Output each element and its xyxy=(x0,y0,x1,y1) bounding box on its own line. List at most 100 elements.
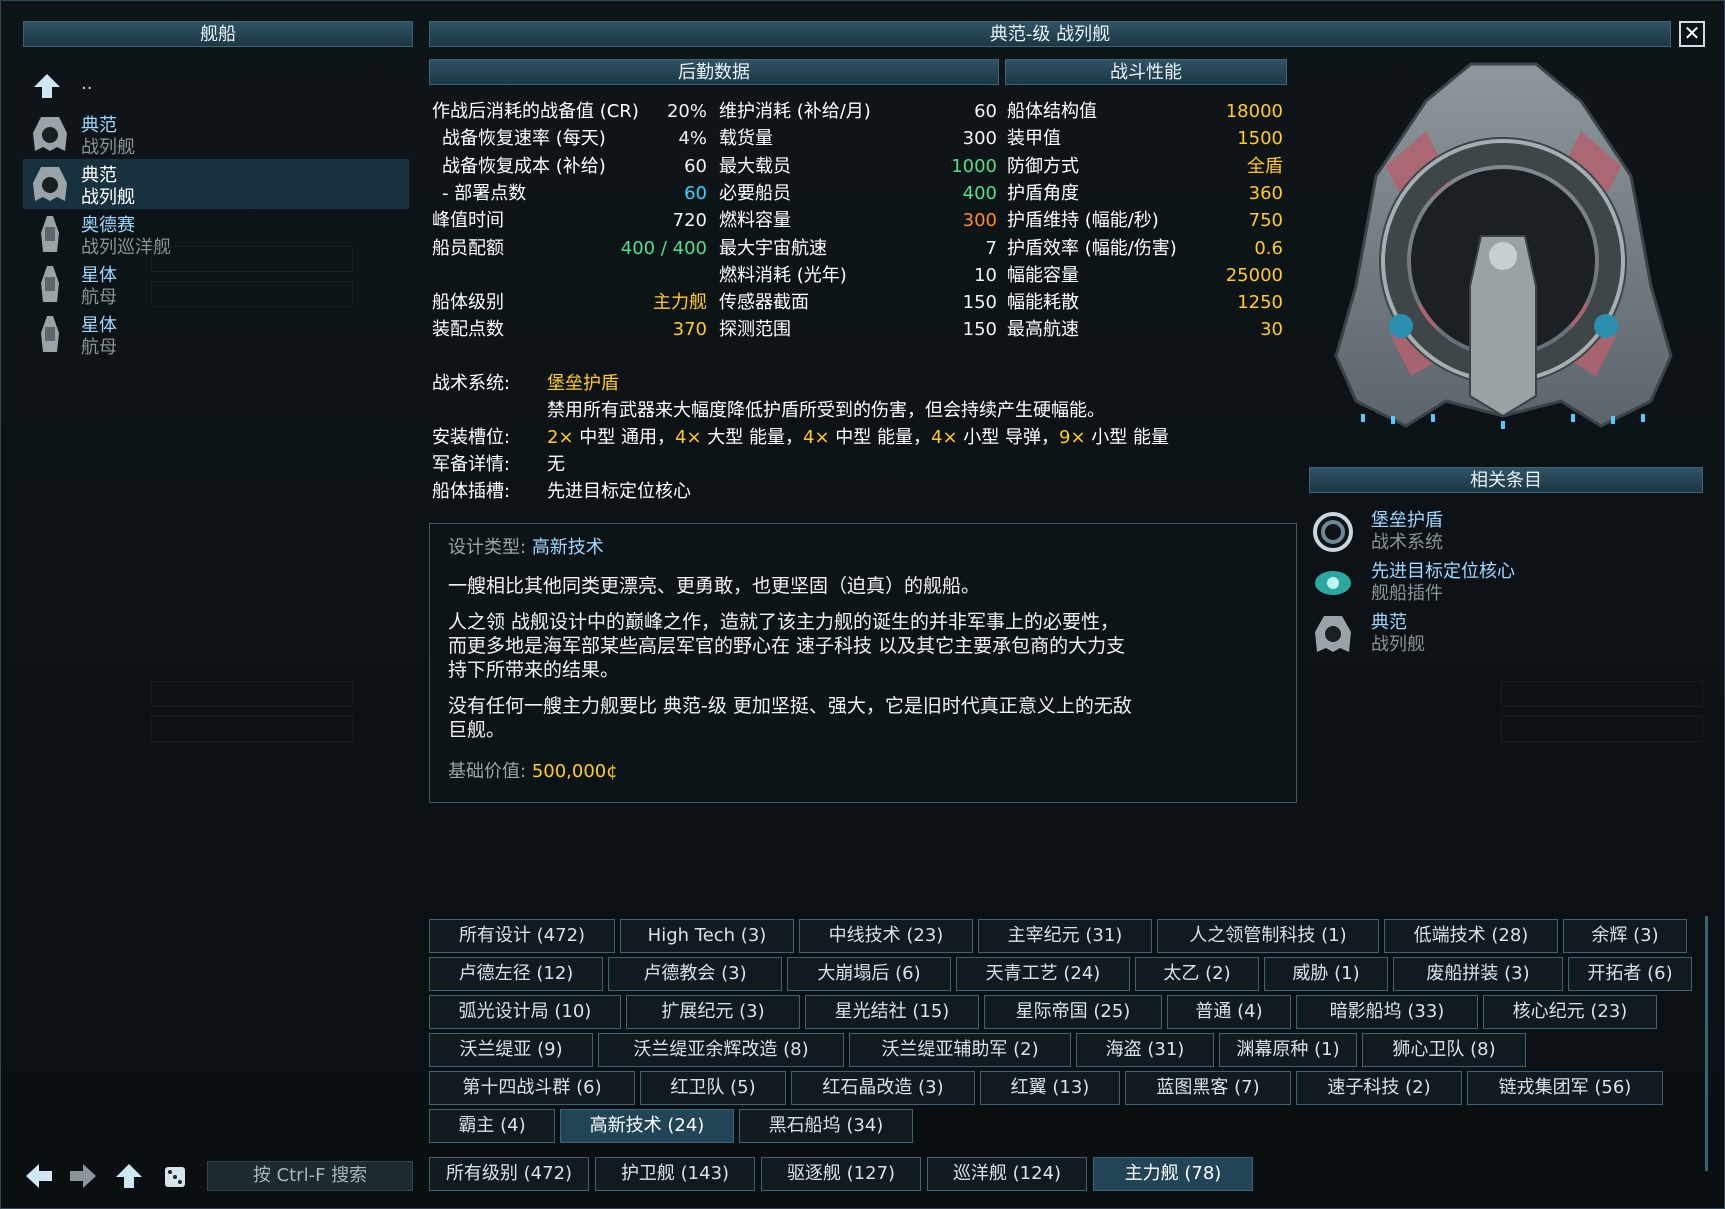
ship-list-item[interactable]: 典范 战列舰 xyxy=(23,159,409,209)
design-filter-tag[interactable]: 海盗 (31) xyxy=(1076,1033,1214,1067)
design-filter-tag[interactable]: High Tech (3) xyxy=(620,919,794,953)
stat-label: 最高航速 xyxy=(1007,319,1079,341)
random-dice-icon[interactable] xyxy=(161,1163,189,1189)
size-filter-tag[interactable]: 护卫舰 (143) xyxy=(595,1157,755,1191)
design-filter-tag[interactable]: 速子科技 (2) xyxy=(1296,1071,1462,1105)
back-arrow-icon[interactable] xyxy=(25,1163,53,1189)
size-filter-tag[interactable]: 驱逐舰 (127) xyxy=(761,1157,921,1191)
design-filter-tag[interactable]: 所有设计 (472) xyxy=(429,919,615,953)
stat-label: 船体级别 xyxy=(432,292,504,314)
design-filter-tag[interactable]: 红翼 (13) xyxy=(980,1071,1120,1105)
design-filter-tag[interactable]: 天青工艺 (24) xyxy=(956,957,1130,991)
up-nav-icon[interactable] xyxy=(115,1163,143,1189)
size-filter-tag[interactable]: 所有级别 (472) xyxy=(429,1157,589,1191)
bg-ghost xyxy=(151,681,353,707)
mount-text: 小型 导弹， xyxy=(957,427,1059,448)
mounts-label: 安装槽位: xyxy=(432,427,511,448)
size-filter-tag[interactable]: 主力舰 (78) xyxy=(1093,1157,1253,1191)
design-filter-tag[interactable]: 沃兰缇亚余辉改造 (8) xyxy=(598,1033,844,1067)
related-item[interactable]: 堡垒护盾 战术系统 xyxy=(1309,506,1689,556)
design-filter-tag[interactable]: 废船拼装 (3) xyxy=(1393,957,1563,991)
stat-label: 战备恢复成本 (补给) xyxy=(442,155,606,177)
stat-label: 最大载员 xyxy=(719,155,791,177)
targeting-core-icon xyxy=(1315,571,1351,595)
stat-label: 装甲值 xyxy=(1007,128,1061,150)
base-price-value: 500,000¢ xyxy=(531,761,618,782)
ship-list-item[interactable]: 典范 战列舰 xyxy=(23,109,409,159)
design-filter-tag[interactable]: 弧光设计局 (10) xyxy=(429,995,621,1029)
stat-label: 船员配额 xyxy=(432,237,504,259)
forward-arrow-icon[interactable] xyxy=(69,1163,97,1189)
ship-list-item[interactable]: 星体 航母 xyxy=(23,309,409,359)
design-filter-tag[interactable]: 大崩塌后 (6) xyxy=(787,957,951,991)
filter-scrollbar[interactable] xyxy=(1705,916,1708,1171)
design-filter-tag[interactable]: 沃兰缇亚辅助军 (2) xyxy=(849,1033,1071,1067)
design-filter-tag[interactable]: 星际帝国 (25) xyxy=(984,995,1162,1029)
stat-label: 传感器截面 xyxy=(719,292,809,314)
design-filter-tag[interactable]: 人之领管制科技 (1) xyxy=(1157,919,1379,953)
design-filter-tag[interactable]: 卢德教会 (3) xyxy=(608,957,782,991)
design-filter-tag[interactable]: 太乙 (2) xyxy=(1135,957,1259,991)
design-filter-tag[interactable]: 黑石船坞 (34) xyxy=(739,1109,913,1143)
design-filter-tag[interactable]: 卢德左径 (12) xyxy=(429,957,603,991)
design-filter-tag[interactable]: 蓝图黑客 (7) xyxy=(1125,1071,1291,1105)
design-filter-tag[interactable]: 扩展纪元 (3) xyxy=(626,995,800,1029)
design-filter-tag[interactable]: 暗影船坞 (33) xyxy=(1296,995,1478,1029)
design-filter-tag[interactable]: 链戎集团军 (56) xyxy=(1467,1071,1663,1105)
design-filter-tag[interactable]: 余辉 (3) xyxy=(1563,919,1687,953)
description-box: 设计类型: 高新技术 一艘相比其他同类更漂亮、更勇敢，也更坚固（迫真）的舰船。 … xyxy=(429,523,1297,803)
stat-value: 1500 xyxy=(1237,128,1283,150)
stat-label: 战备恢复速率 (每天) xyxy=(442,128,606,150)
desc-paragraph-3b: 巨舰。 xyxy=(448,719,506,741)
design-filter-tag[interactable]: 霸主 (4) xyxy=(429,1109,555,1143)
design-filter-tag[interactable]: 红卫队 (5) xyxy=(640,1071,786,1105)
list-up-row[interactable]: .. xyxy=(23,71,409,101)
design-filter-tag[interactable]: 第十四战斗群 (6) xyxy=(429,1071,635,1105)
stat-value: 360 xyxy=(1248,182,1283,204)
design-filter-tag[interactable]: 核心纪元 (23) xyxy=(1483,995,1657,1029)
design-filter-tag[interactable]: 中线技术 (23) xyxy=(799,919,973,953)
design-type-value: 高新技术 xyxy=(531,537,604,558)
armament-value: 无 xyxy=(547,454,565,475)
stat-value: 150 xyxy=(962,292,997,314)
mount-count: 2× xyxy=(547,427,574,448)
stat-value: 25000 xyxy=(1225,264,1283,286)
tactical-system-name[interactable]: 堡垒护盾 xyxy=(547,371,619,397)
design-filter-tag[interactable]: 开拓者 (6) xyxy=(1568,957,1692,991)
stat-value: 370 xyxy=(672,319,707,341)
design-filter-tag[interactable]: 普通 (4) xyxy=(1167,995,1291,1029)
close-button[interactable]: ✕ xyxy=(1679,21,1705,47)
ship-image xyxy=(1334,62,1673,429)
stat-value: 20% xyxy=(666,101,707,122)
ship-type: 战列舰 xyxy=(81,137,135,158)
ship-icon xyxy=(1315,616,1351,652)
stat-value: 60 xyxy=(684,182,707,204)
design-filter-tag[interactable]: 主宰纪元 (31) xyxy=(978,919,1152,953)
related-item[interactable]: 典范 战列舰 xyxy=(1309,608,1689,658)
logistics-title: 后勤数据 xyxy=(429,59,999,85)
design-filter-tag[interactable]: 低端技术 (28) xyxy=(1384,919,1558,953)
related-item[interactable]: 先进目标定位核心 舰船插件 xyxy=(1309,557,1689,607)
design-filter-tag[interactable]: 威胁 (1) xyxy=(1264,957,1388,991)
tactical-system-label: 战术系统: xyxy=(432,373,511,394)
design-filter-tag[interactable]: 高新技术 (24) xyxy=(560,1109,734,1143)
mount-text: 中型 通用， xyxy=(573,427,675,448)
mount-text: 小型 能量 xyxy=(1085,427,1169,448)
stat-label: 护盾角度 xyxy=(1007,182,1079,204)
up-arrow-icon xyxy=(34,74,60,98)
mount-count: 4× xyxy=(675,427,702,448)
design-filter-tag[interactable]: 星光结社 (15) xyxy=(805,995,979,1029)
stat-value: 400 xyxy=(962,182,997,204)
size-filter-tag[interactable]: 巡洋舰 (124) xyxy=(927,1157,1087,1191)
design-filter-tag[interactable]: 红石晶改造 (3) xyxy=(791,1071,975,1105)
parent-dir-label: .. xyxy=(81,73,93,94)
left-panel-title: 舰船 xyxy=(23,21,413,47)
design-filter-tag[interactable]: 狮心卫队 (8) xyxy=(1362,1033,1526,1067)
design-filter-tag[interactable]: 渊幕原种 (1) xyxy=(1219,1033,1357,1067)
desc-paragraph-2b: 而更多地是海军部某些高层军官的野心在 速子科技 以及其它主要承包商的大力支 xyxy=(448,635,1126,657)
search-box[interactable]: 按 Ctrl-F 搜索 xyxy=(207,1161,413,1191)
stat-value: 4% xyxy=(678,128,707,150)
design-filter-tag[interactable]: 沃兰缇亚 (9) xyxy=(429,1033,593,1067)
mount-count: 9× xyxy=(1059,427,1086,448)
stat-label: 幅能容量 xyxy=(1007,264,1079,286)
